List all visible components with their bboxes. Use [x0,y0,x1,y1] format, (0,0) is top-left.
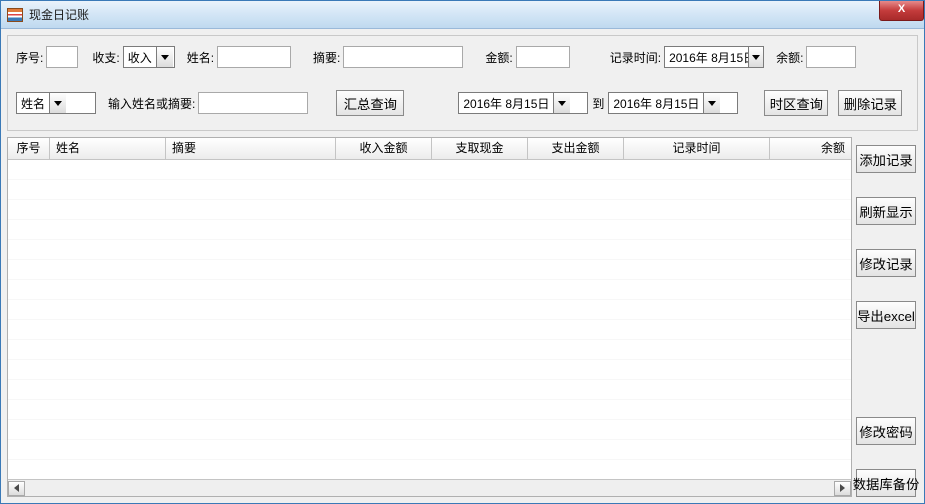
amount-label: 金额: [485,49,512,66]
form-row-2: 姓名 输入姓名或摘要: 汇总查询 2016年 8月15日 到 2016年 8月1… [14,90,911,116]
triangle-left-icon [14,484,19,492]
side-buttons: 添加记录 刷新显示 修改记录 导出excel 修改密码 数据库备份 [852,137,918,497]
date-to-value: 2016年 8月15日 [609,95,703,112]
side-spacer [856,353,916,393]
content-area: 序号 姓名 摘要 收入金额 支取现金 支出金额 记录时间 余额 添加记录 刷新显… [7,137,918,497]
summary-input[interactable] [343,46,463,68]
col-summary[interactable]: 摘要 [166,138,336,159]
export-excel-button[interactable]: 导出excel [856,301,916,329]
col-balance[interactable]: 余额 [770,138,851,159]
keyword-label: 输入姓名或摘要: [108,95,195,112]
col-withdraw[interactable]: 支取现金 [432,138,528,159]
grid-body[interactable] [8,160,851,479]
record-time-label: 记录时间: [610,49,661,66]
grid-header: 序号 姓名 摘要 收入金额 支取现金 支出金额 记录时间 余额 [8,138,851,160]
io-label: 收支: [92,49,119,66]
triangle-right-icon [840,484,845,492]
date-to-picker[interactable]: 2016年 8月15日 [608,92,738,114]
close-button[interactable]: X [879,1,924,21]
search-field-select[interactable]: 姓名 [16,92,96,114]
range-query-button[interactable]: 时区查询 [764,90,828,116]
keyword-input[interactable] [198,92,308,114]
edit-record-button[interactable]: 修改记录 [856,249,916,277]
db-backup-button[interactable]: 数据库备份 [856,469,916,497]
chevron-down-icon [49,93,66,113]
col-expense[interactable]: 支出金额 [528,138,624,159]
name-label: 姓名: [187,49,214,66]
io-select-value: 收入 [124,49,156,66]
date-sep: 到 [592,95,604,112]
data-grid[interactable]: 序号 姓名 摘要 收入金额 支取现金 支出金额 记录时间 余额 [7,137,852,497]
delete-record-button[interactable]: 删除记录 [838,90,902,116]
chevron-down-icon [553,93,570,113]
app-window: 现金日记账 X 序号: 收支: 收入 姓名: 摘要: 金额: 记录时间: 201… [0,0,925,504]
chevron-down-icon [156,47,173,67]
chevron-down-icon [748,47,763,67]
summary-query-button[interactable]: 汇总查询 [336,90,404,116]
seq-label: 序号: [16,49,43,66]
col-name[interactable]: 姓名 [50,138,166,159]
seq-input[interactable] [46,46,78,68]
amount-input[interactable] [516,46,570,68]
balance-label: 余额: [776,49,803,66]
scroll-left-button[interactable] [8,481,25,496]
balance-input[interactable] [806,46,856,68]
refresh-button[interactable]: 刷新显示 [856,197,916,225]
summary-label: 摘要: [313,49,340,66]
titlebar: 现金日记账 X [1,1,924,29]
scroll-track[interactable] [25,481,834,496]
name-input[interactable] [217,46,291,68]
col-time[interactable]: 记录时间 [624,138,770,159]
chevron-down-icon [703,93,720,113]
search-field-value: 姓名 [17,95,49,112]
date-from-picker[interactable]: 2016年 8月15日 [458,92,588,114]
add-record-button[interactable]: 添加记录 [856,145,916,173]
col-income[interactable]: 收入金额 [336,138,432,159]
window-title: 现金日记账 [29,6,89,23]
record-time-value: 2016年 8月15日 [665,49,748,66]
form-row-1: 序号: 收支: 收入 姓名: 摘要: 金额: 记录时间: 2016年 8月15日… [14,46,911,68]
date-from-value: 2016年 8月15日 [459,95,553,112]
io-select[interactable]: 收入 [123,46,175,68]
form-panel: 序号: 收支: 收入 姓名: 摘要: 金额: 记录时间: 2016年 8月15日… [7,35,918,131]
change-password-button[interactable]: 修改密码 [856,417,916,445]
app-icon [7,8,23,22]
record-time-picker[interactable]: 2016年 8月15日 [664,46,764,68]
col-seq[interactable]: 序号 [8,138,50,159]
h-scrollbar[interactable] [8,479,851,496]
scroll-right-button[interactable] [834,481,851,496]
